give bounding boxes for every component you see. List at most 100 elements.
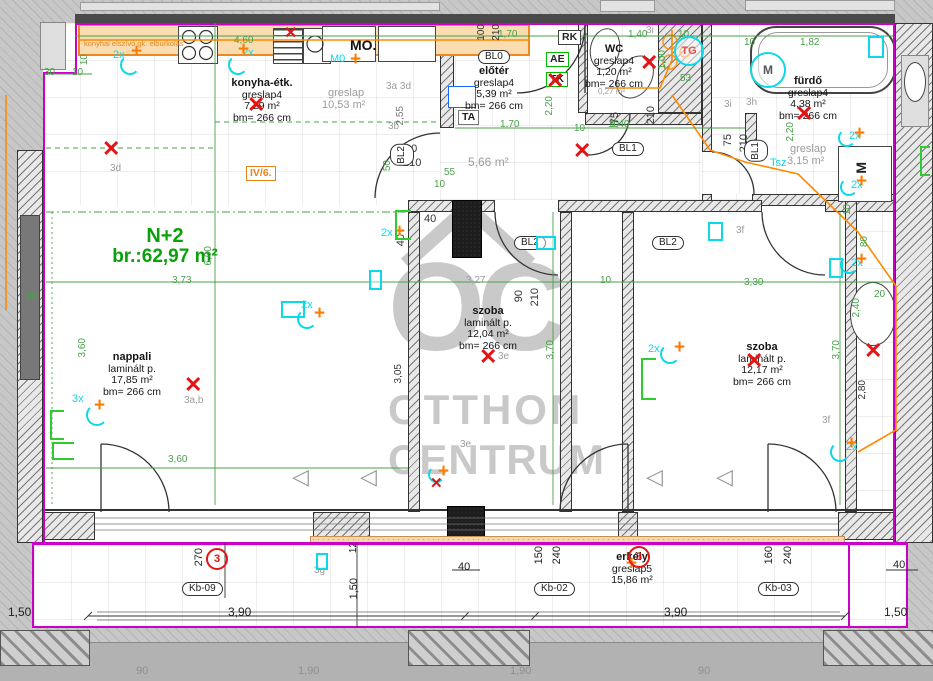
section-marker: ◁: [716, 466, 733, 488]
room-label: előtérgreslap45,39 m²bm= 266 cm: [465, 66, 523, 112]
fixture-cross: +: [238, 40, 249, 59]
demolition-x-mark: ✕: [247, 94, 265, 116]
text-label: 1,40: [628, 30, 647, 40]
text-label: 210: [492, 24, 502, 41]
legend-tag: IV/6.: [246, 166, 276, 181]
text-label: greslap: [328, 88, 364, 99]
szoba2-right-wall: [845, 194, 857, 512]
neighbor-basin: [904, 62, 926, 102]
room-ra: 15,86 m²: [611, 575, 652, 587]
fixture-rect: [369, 270, 382, 290]
radiator-symbol: [641, 358, 656, 400]
radiator-symbol: [50, 410, 64, 440]
text-label: 2x: [648, 344, 660, 355]
text-label: 3,70: [832, 340, 842, 359]
text-label: 2,55: [396, 106, 406, 125]
reference-tag: BL2: [652, 236, 684, 250]
fixture-cross: +: [856, 172, 867, 191]
fixture-cross: +: [314, 304, 325, 323]
text-label: 1,00: [658, 50, 668, 69]
stairs-left: [0, 630, 90, 666]
boundary-left: [43, 72, 45, 543]
reference-tag: Kb-03: [758, 582, 799, 596]
text-label: 3i: [646, 26, 654, 36]
top-exterior-wall: [75, 14, 895, 23]
text-label: 53: [680, 74, 691, 84]
text-label: 100: [477, 24, 487, 41]
room-rn: előtér: [465, 66, 523, 78]
stairs-right: [823, 630, 933, 666]
fixture-cross: +: [854, 124, 865, 143]
szoba1-right-wall: [560, 212, 572, 512]
text-label: 55: [444, 168, 455, 178]
text-label: 30: [44, 68, 55, 78]
text-label: 3a 3d: [386, 82, 411, 92]
section-marker: ◁: [646, 466, 663, 488]
text-label: greslap: [790, 144, 826, 155]
reference-tag: BL2: [390, 144, 414, 166]
text-label: 3f: [822, 416, 830, 426]
text-label: 90: [698, 666, 710, 677]
text-label: 3,15 m²: [787, 156, 824, 167]
text-label: 12: [349, 542, 359, 553]
demolition-x-mark: ✕: [184, 374, 202, 396]
fixture-cross: +: [350, 50, 361, 69]
text-label: 3,60: [78, 338, 88, 357]
text-label: 3d: [110, 164, 121, 174]
reference-tag: Kb-09: [182, 582, 223, 596]
text-label: 3,90: [664, 606, 687, 618]
text-label: 10: [434, 180, 445, 190]
room-rh: bm= 266 cm: [733, 377, 791, 389]
reference-tag: Kb-02: [534, 582, 575, 596]
text-label: 10: [843, 204, 853, 215]
text-label: 90: [514, 290, 525, 302]
text-label: 3,60: [168, 455, 187, 465]
cooktop: [178, 26, 218, 64]
text-label: 3f: [736, 226, 744, 236]
boundary-right: [893, 23, 895, 543]
text-label: 10: [72, 68, 83, 78]
stairs-center: [408, 630, 530, 666]
text-label: 6,00: [204, 246, 214, 265]
nappali-szoba-wall: [408, 212, 420, 512]
text-label: 3,90: [228, 606, 251, 618]
fixture-rect: [868, 36, 884, 58]
text-label: 3,27: [466, 276, 485, 286]
room-rn: nappali: [103, 352, 161, 364]
demolition-x-mark: ✕: [546, 70, 564, 92]
reference-tag: BL1: [744, 140, 768, 162]
text-label: 40: [424, 214, 436, 225]
text-label: 240: [552, 546, 563, 564]
text-label: 0,27 m²: [598, 88, 625, 96]
fridge-cabinet: [378, 26, 436, 62]
text-label: 3,70: [546, 340, 556, 359]
radiator-symbol: [920, 146, 930, 176]
text-label: 210: [530, 288, 541, 306]
radiator-symbol: [395, 210, 411, 240]
text-label: M0: [330, 54, 345, 65]
room-ra: 1,20 m²: [585, 67, 643, 79]
radiator-symbol: [52, 442, 74, 460]
plan-title: N+2 br.:62,97 m²: [112, 226, 218, 268]
balcony-divider-line: [848, 545, 850, 628]
szoba2-left-wall: [622, 212, 634, 512]
text-label: 40: [458, 562, 470, 573]
window-pier-left: [43, 512, 95, 540]
demolition-x-mark: ✕: [864, 340, 882, 362]
text-label: 3,73: [172, 276, 191, 286]
fixture-cross: +: [674, 338, 685, 357]
text-label: 3e: [498, 352, 509, 362]
neighbor-strip-top3: [745, 0, 895, 11]
text-label: 75: [723, 134, 734, 146]
equipment-circle: M: [750, 52, 786, 88]
text-label: 3,30: [744, 278, 763, 288]
legend-tag: TA: [458, 110, 479, 125]
text-label: 1,50: [349, 578, 360, 599]
text-label: 10: [600, 276, 611, 286]
room-rn: konyha-étk.: [231, 78, 292, 90]
reference-tag: BL0: [478, 50, 510, 64]
demolition-x-mark: ✕: [573, 140, 591, 162]
fixture-cross: +: [131, 42, 142, 61]
room-rn: szoba: [459, 306, 517, 318]
text-label: 3x: [72, 394, 84, 405]
